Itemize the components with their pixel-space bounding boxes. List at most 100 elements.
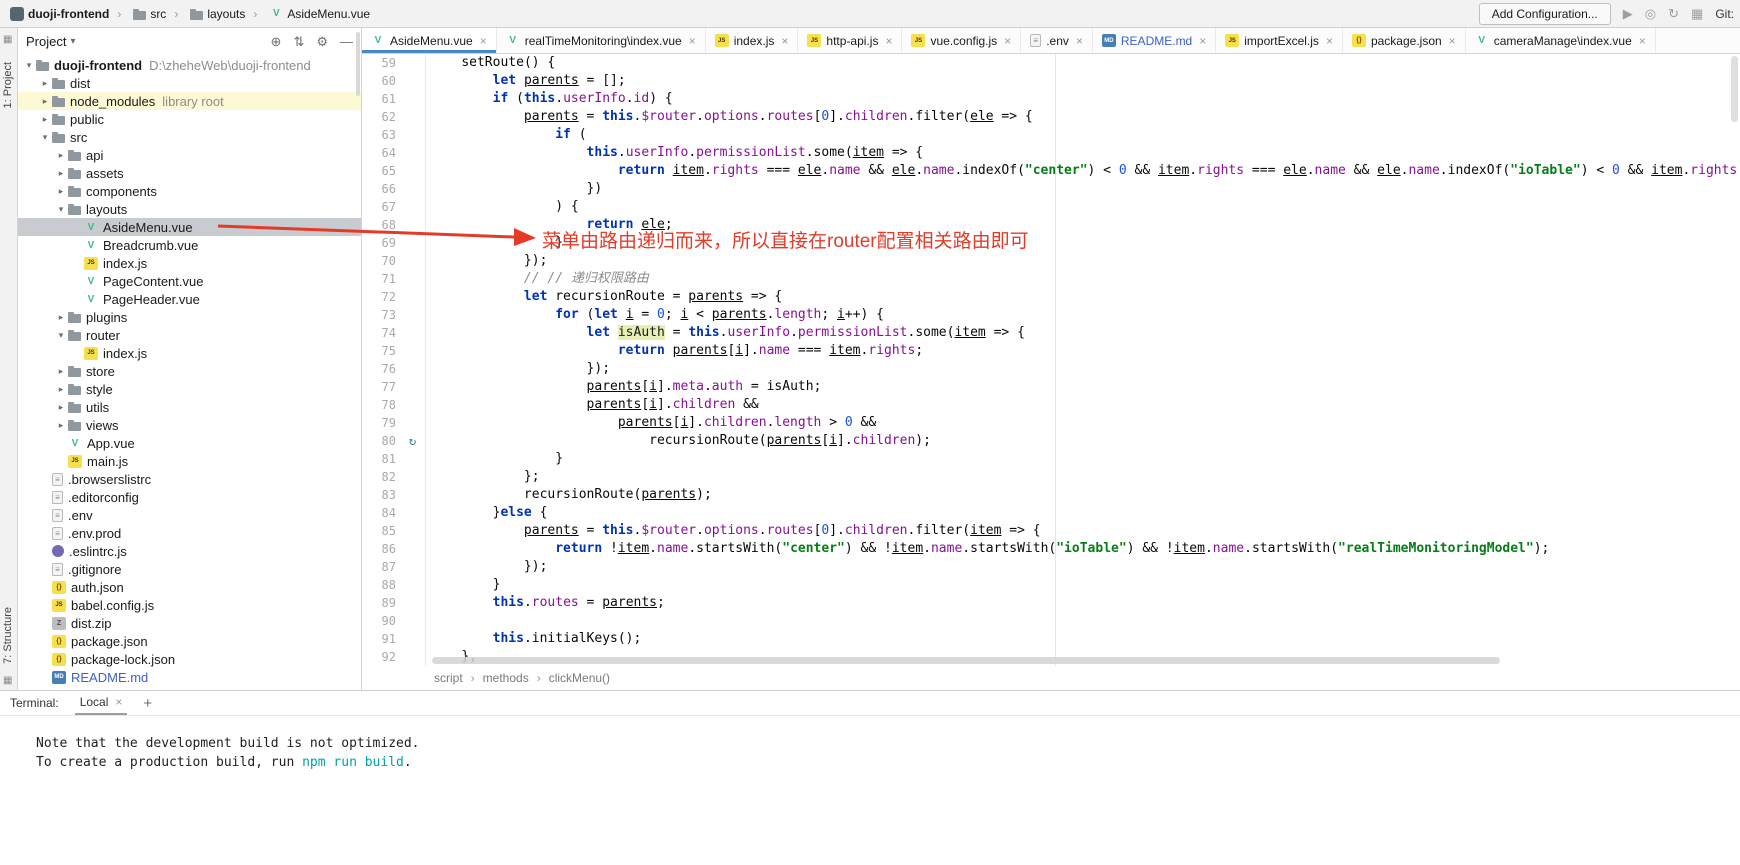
tree-item[interactable]: duoji-frontendD:\zheheWeb\duoji-frontend <box>18 56 361 74</box>
close-icon[interactable] <box>1449 34 1456 48</box>
tree-item[interactable]: package-lock.json <box>18 650 361 668</box>
tree-item[interactable]: .eslintrc.js <box>18 542 361 560</box>
code-line[interactable]: 82 }; <box>362 468 1740 486</box>
breadcrumb-item[interactable]: layouts <box>170 7 249 21</box>
code-line[interactable]: 59 setRoute() { <box>362 54 1740 72</box>
horizontal-scrollbar[interactable] <box>432 657 1500 664</box>
code-line[interactable]: 91 this.initialKeys(); <box>362 630 1740 648</box>
code-line[interactable]: 62 parents = this.$router.options.routes… <box>362 108 1740 126</box>
tree-item[interactable]: assets <box>18 164 361 182</box>
collapse-all-icon[interactable]: ⇅ <box>293 35 304 48</box>
add-configuration-button[interactable]: Add Configuration... <box>1479 3 1611 25</box>
gear-icon[interactable]: ⚙ <box>316 35 328 48</box>
code-line[interactable]: 61 if (this.userInfo.id) { <box>362 90 1740 108</box>
code-line[interactable]: 88 } <box>362 576 1740 594</box>
tree-item[interactable]: src <box>18 128 361 146</box>
tree-item[interactable]: index.js <box>18 254 361 272</box>
close-icon[interactable] <box>480 34 487 48</box>
editor-tab[interactable]: http-api.js <box>798 28 902 53</box>
code-line[interactable]: 75 return parents[i].name === item.right… <box>362 342 1740 360</box>
add-terminal-button[interactable]: + <box>143 695 152 712</box>
tree-item[interactable]: main.js <box>18 452 361 470</box>
code-line[interactable]: 65 return item.rights === ele.name && el… <box>362 162 1740 180</box>
code-line[interactable]: 64 this.userInfo.permissionList.some(ite… <box>362 144 1740 162</box>
tree-item[interactable]: babel.config.js <box>18 596 361 614</box>
tree-item[interactable]: .gitignore <box>18 560 361 578</box>
close-icon[interactable] <box>781 34 788 48</box>
tree-item[interactable]: PageHeader.vue <box>18 290 361 308</box>
code-line[interactable]: 66 }) <box>362 180 1740 198</box>
chevron-down-icon[interactable]: ▾ <box>70 36 75 47</box>
code-line[interactable]: 63 if ( <box>362 126 1740 144</box>
code-line[interactable]: 83 recursionRoute(parents); <box>362 486 1740 504</box>
tree-item[interactable]: layouts <box>18 200 361 218</box>
close-icon[interactable] <box>1004 34 1011 48</box>
terminal-title[interactable]: Terminal: <box>10 696 59 710</box>
tree-item[interactable]: public <box>18 110 361 128</box>
grid-icon[interactable]: ▦ <box>1691 6 1703 22</box>
tree-item[interactable]: dist.zip <box>18 614 361 632</box>
breadcrumb-item[interactable]: clickMenu() <box>531 671 612 685</box>
profile-icon[interactable]: ◎ <box>1645 6 1656 22</box>
project-tree-scrollbar[interactable] <box>356 32 360 96</box>
editor-tab[interactable]: realTimeMonitoring\index.vue <box>497 28 706 53</box>
code-line[interactable]: 71 // // 递归权限路由 <box>362 270 1740 288</box>
tree-item[interactable]: api <box>18 146 361 164</box>
tree-item[interactable]: auth.json <box>18 578 361 596</box>
tree-item[interactable]: router <box>18 326 361 344</box>
tree-item[interactable]: dist <box>18 74 361 92</box>
tree-item[interactable]: .env <box>18 506 361 524</box>
tree-item[interactable]: .browserslistrc <box>18 470 361 488</box>
code-line[interactable]: 60 let parents = []; <box>362 72 1740 90</box>
code-line[interactable]: 87 }); <box>362 558 1740 576</box>
structure-stripe-button[interactable]: 7: Structure <box>2 607 14 664</box>
close-icon[interactable] <box>1639 34 1646 48</box>
terminal-output[interactable]: Note that the development build is not o… <box>0 716 1740 772</box>
code-line[interactable]: 67 ) { <box>362 198 1740 216</box>
close-icon[interactable] <box>885 34 892 48</box>
project-panel-title[interactable]: Project <box>26 34 66 49</box>
locate-file-icon[interactable]: ⊕ <box>271 35 282 48</box>
hide-panel-icon[interactable]: — <box>340 35 353 48</box>
tree-item[interactable]: index.js <box>18 344 361 362</box>
tree-item[interactable]: Breadcrumb.vue <box>18 236 361 254</box>
tree-item[interactable]: components <box>18 182 361 200</box>
editor-tab[interactable]: cameraManage\index.vue <box>1466 28 1656 53</box>
close-icon[interactable] <box>689 34 696 48</box>
tree-item[interactable]: views <box>18 416 361 434</box>
editor-tab[interactable]: README.md <box>1093 28 1216 53</box>
tree-item[interactable]: plugins <box>18 308 361 326</box>
code-line[interactable]: 84 }else { <box>362 504 1740 522</box>
code-line[interactable]: 70 }); <box>362 252 1740 270</box>
breadcrumb-item[interactable]: script <box>432 671 465 685</box>
code-line[interactable]: 86 return !item.name.startsWith("center"… <box>362 540 1740 558</box>
tree-item[interactable]: store <box>18 362 361 380</box>
code-line[interactable]: 80 recursionRoute(parents[i].children); <box>362 432 1740 450</box>
code-line[interactable]: 72 let recursionRoute = parents => { <box>362 288 1740 306</box>
tree-item[interactable]: .editorconfig <box>18 488 361 506</box>
code-line[interactable]: 77 parents[i].meta.auth = isAuth; <box>362 378 1740 396</box>
tree-item[interactable]: style <box>18 380 361 398</box>
code-line[interactable]: 81 } <box>362 450 1740 468</box>
close-icon[interactable] <box>1076 34 1083 48</box>
tree-item[interactable]: App.vue <box>18 434 361 452</box>
editor-tab[interactable]: importExcel.js <box>1216 28 1343 53</box>
breadcrumb-item[interactable]: methods <box>465 671 531 685</box>
code-line[interactable]: 89 this.routes = parents; <box>362 594 1740 612</box>
run-icon[interactable]: ▶ <box>1623 6 1633 22</box>
editor-tab[interactable]: package.json <box>1343 28 1466 53</box>
code-line[interactable]: 74 let isAuth = this.userInfo.permission… <box>362 324 1740 342</box>
breadcrumb-item[interactable]: AsideMenu.vue <box>249 7 374 21</box>
editor-tab[interactable]: AsideMenu.vue <box>362 28 497 53</box>
tree-item[interactable]: AsideMenu.vue <box>18 218 361 236</box>
tree-item[interactable]: .env.prod <box>18 524 361 542</box>
code-line[interactable]: 85 parents = this.$router.options.routes… <box>362 522 1740 540</box>
code-line[interactable]: 79 parents[i].children.length > 0 && <box>362 414 1740 432</box>
code-line[interactable]: 78 parents[i].children && <box>362 396 1740 414</box>
code-line[interactable]: 73 for (let i = 0; i < parents.length; i… <box>362 306 1740 324</box>
code-line[interactable]: 90 <box>362 612 1740 630</box>
vertical-scrollbar[interactable] <box>1731 56 1738 122</box>
editor-tab[interactable]: .env <box>1021 28 1093 53</box>
close-icon[interactable] <box>115 695 122 709</box>
tree-item[interactable]: PageContent.vue <box>18 272 361 290</box>
